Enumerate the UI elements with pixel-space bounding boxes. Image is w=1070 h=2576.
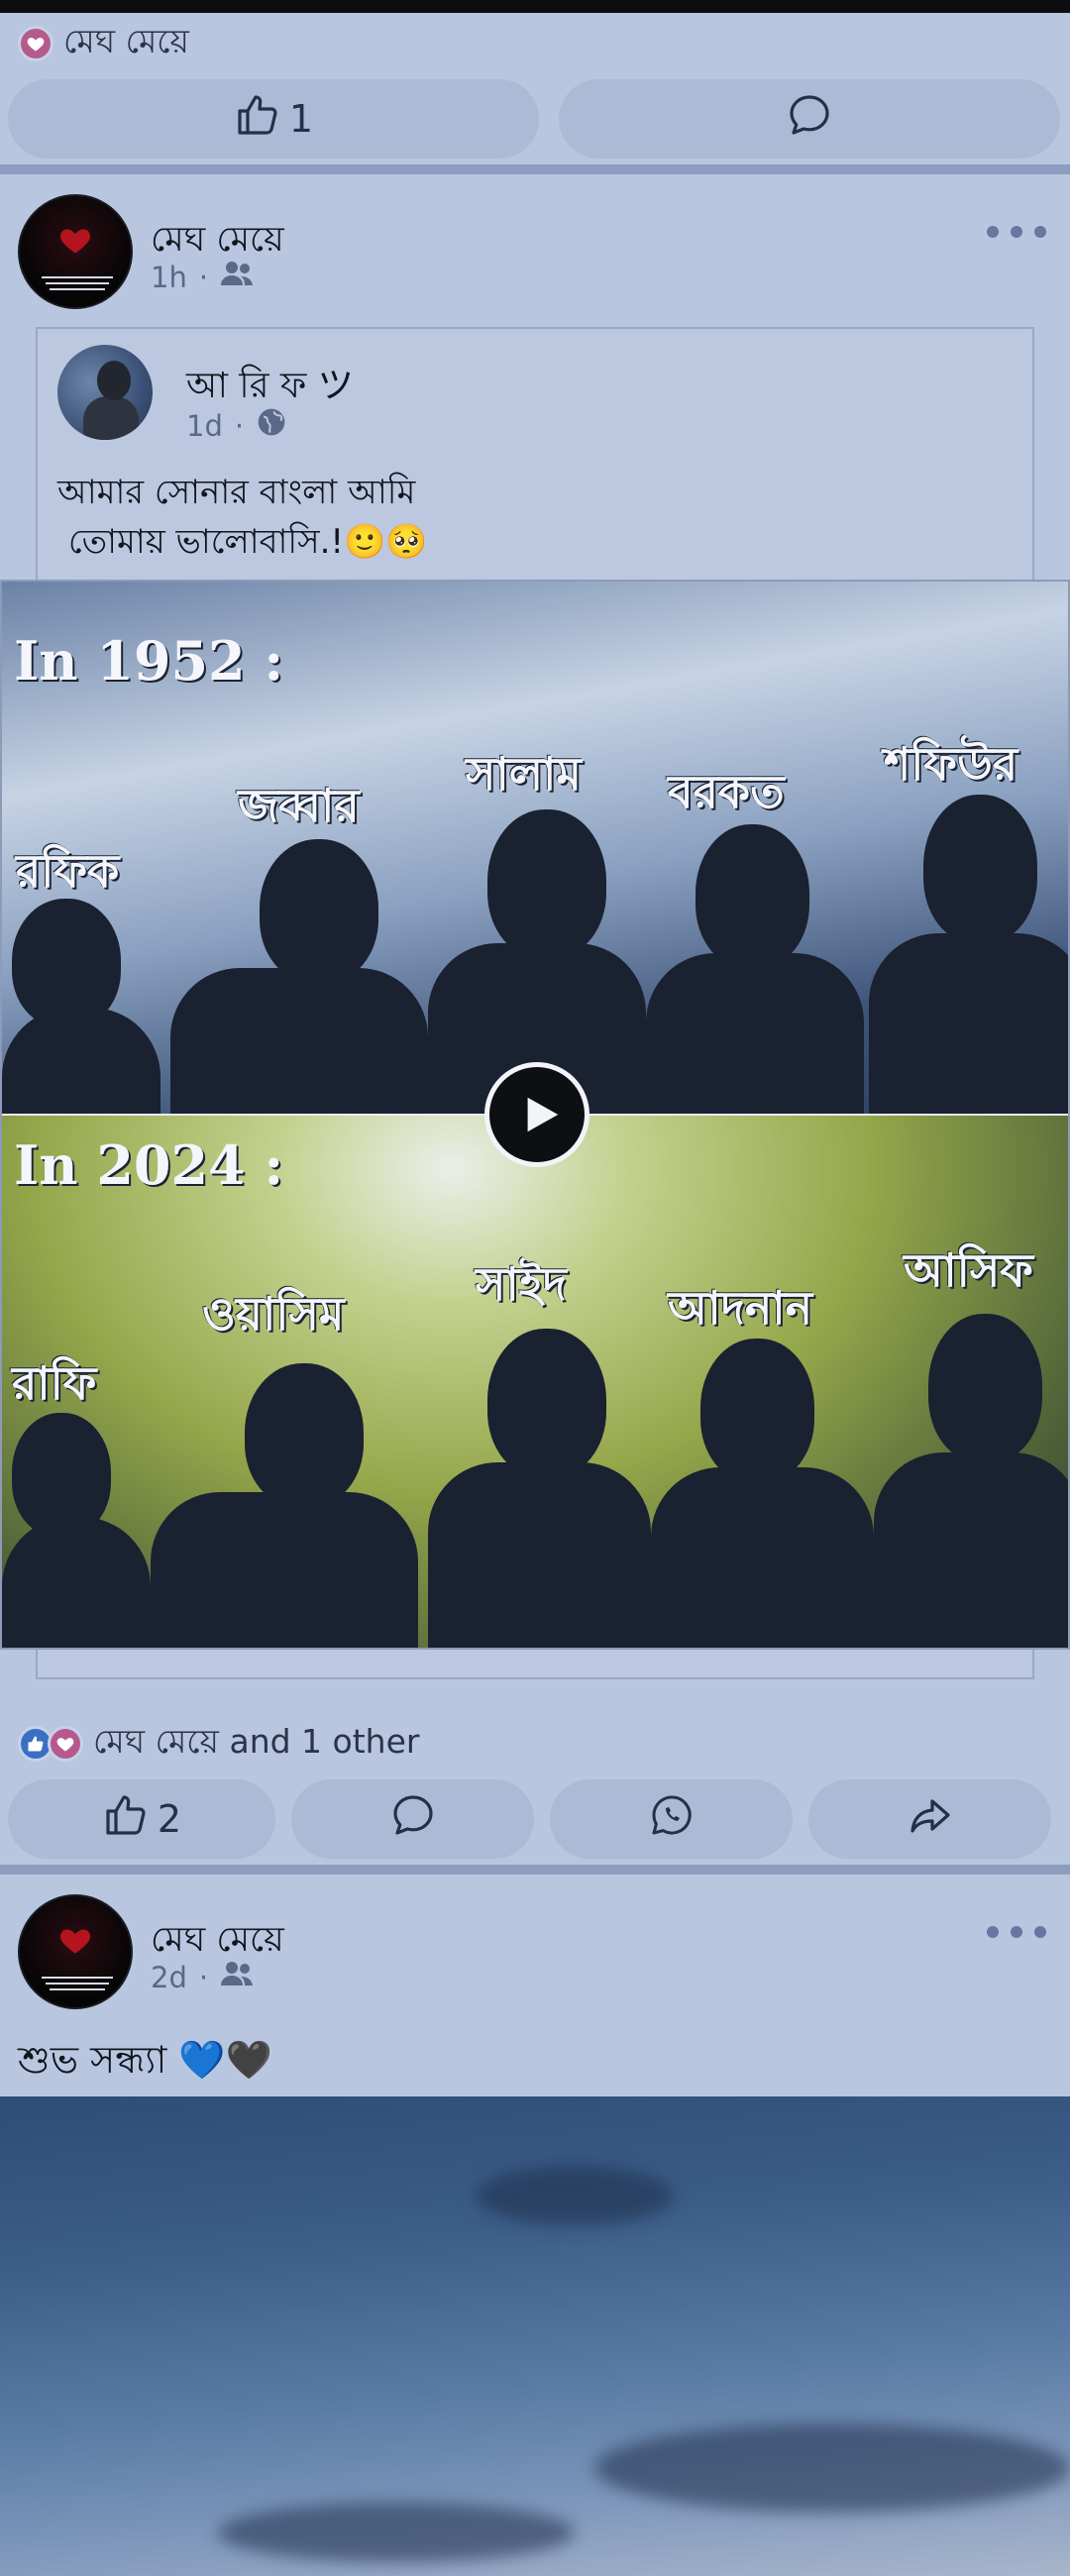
previous-post-reactions[interactable]: মেঘ মেয়ে: [18, 20, 189, 67]
post-meta: 1h ·: [151, 260, 254, 294]
comment-button[interactable]: [559, 79, 1060, 159]
like-count: 2: [157, 1797, 182, 1841]
post-time[interactable]: 2d: [151, 1961, 187, 1994]
comment-icon: [389, 1791, 437, 1848]
friends-icon: [220, 1960, 254, 1994]
love-reaction-icon: [48, 1726, 83, 1762]
post-text: শুভ সন্ধ্যা 💙🖤: [18, 2038, 273, 2082]
avatar-caption-decoration: [42, 1977, 113, 1990]
martyr-name-9: আদনান: [668, 1281, 813, 1335]
year-label-1952: In 1952 :: [14, 629, 284, 693]
avatar-caption-decoration: [42, 276, 113, 290]
video-player[interactable]: In 1952 : রফিক জব্বার সালাম বরকত শফিউর I…: [0, 580, 1070, 1650]
martyr-name-5: শফিউর: [884, 737, 1018, 791]
post-header: মেঘ মেয়ে 2d ·: [18, 1894, 1052, 2013]
comment-icon: [786, 91, 833, 148]
like-count: 1: [288, 97, 314, 141]
video-frame-2024: In 2024 : রাফি ওয়াসিম সাইদ আদনান আসিফ: [2, 1116, 1068, 1648]
status-bar: [0, 0, 1070, 13]
year-label-2024: In 2024 :: [14, 1133, 284, 1197]
meta-separator: ·: [234, 408, 245, 443]
martyr-name-4: বরকত: [668, 765, 785, 818]
globe-icon: [256, 406, 287, 445]
martyr-name-2: জব্বার: [238, 779, 360, 832]
share-button[interactable]: [808, 1779, 1051, 1859]
martyr-name-7: ওয়াসিম: [202, 1287, 345, 1341]
heart-logo-icon: [59, 229, 91, 254]
avatar[interactable]: [18, 194, 133, 309]
martyr-name-10: আসিফ: [904, 1243, 1033, 1297]
whatsapp-icon: [648, 1791, 696, 1848]
shared-post-time[interactable]: 1d: [186, 409, 223, 443]
heart-logo-icon: [59, 1929, 91, 1954]
post-photo[interactable]: [0, 2096, 1070, 2576]
video-frame-1952: In 1952 : রফিক জব্বার সালাম বরকত শফিউর: [2, 582, 1068, 1114]
shared-post-text: আমার সোনার বাংলা আমি তোমায় ভালোবাসি.!🙂🥺: [57, 473, 428, 562]
meta-separator: ·: [198, 1960, 209, 1994]
friends-icon: [220, 260, 254, 294]
thumbs-up-icon: [102, 1791, 150, 1848]
post-meta: 2d ·: [151, 1960, 254, 1994]
martyr-name-3: সালাম: [466, 747, 582, 801]
reaction-summary-text: মেঘ মেয়ে and 1 other: [93, 1722, 420, 1761]
more-options-button[interactable]: [987, 1920, 1046, 1944]
previous-post-actions: 1: [8, 79, 1062, 159]
post-divider: [0, 1865, 1070, 1875]
meta-separator: ·: [198, 260, 209, 294]
more-options-button[interactable]: [987, 220, 1046, 244]
play-icon: [527, 1097, 559, 1132]
whatsapp-share-button[interactable]: [550, 1779, 793, 1859]
shared-author-avatar[interactable]: [57, 345, 153, 440]
post-header: মেঘ মেয়ে 1h ·: [18, 194, 1052, 313]
avatar[interactable]: [18, 1894, 133, 2009]
love-reaction-icon: [18, 26, 54, 61]
shared-post-meta: 1d ·: [186, 406, 287, 445]
share-arrow-icon: [907, 1791, 954, 1848]
post-divider: [0, 164, 1070, 174]
like-button[interactable]: 1: [8, 79, 539, 159]
reacted-name: মেঘ মেয়ে: [63, 22, 189, 60]
martyr-name-8: সাইদ: [476, 1257, 567, 1311]
post-actions: 2: [8, 1779, 1062, 1859]
thumbs-up-icon: [234, 91, 281, 148]
post-time[interactable]: 1h: [151, 261, 187, 294]
reaction-summary[interactable]: মেঘ মেয়ে and 1 other: [18, 1720, 419, 1768]
comment-button[interactable]: [291, 1779, 534, 1859]
like-button[interactable]: 2: [8, 1779, 275, 1859]
play-button[interactable]: [484, 1062, 589, 1167]
